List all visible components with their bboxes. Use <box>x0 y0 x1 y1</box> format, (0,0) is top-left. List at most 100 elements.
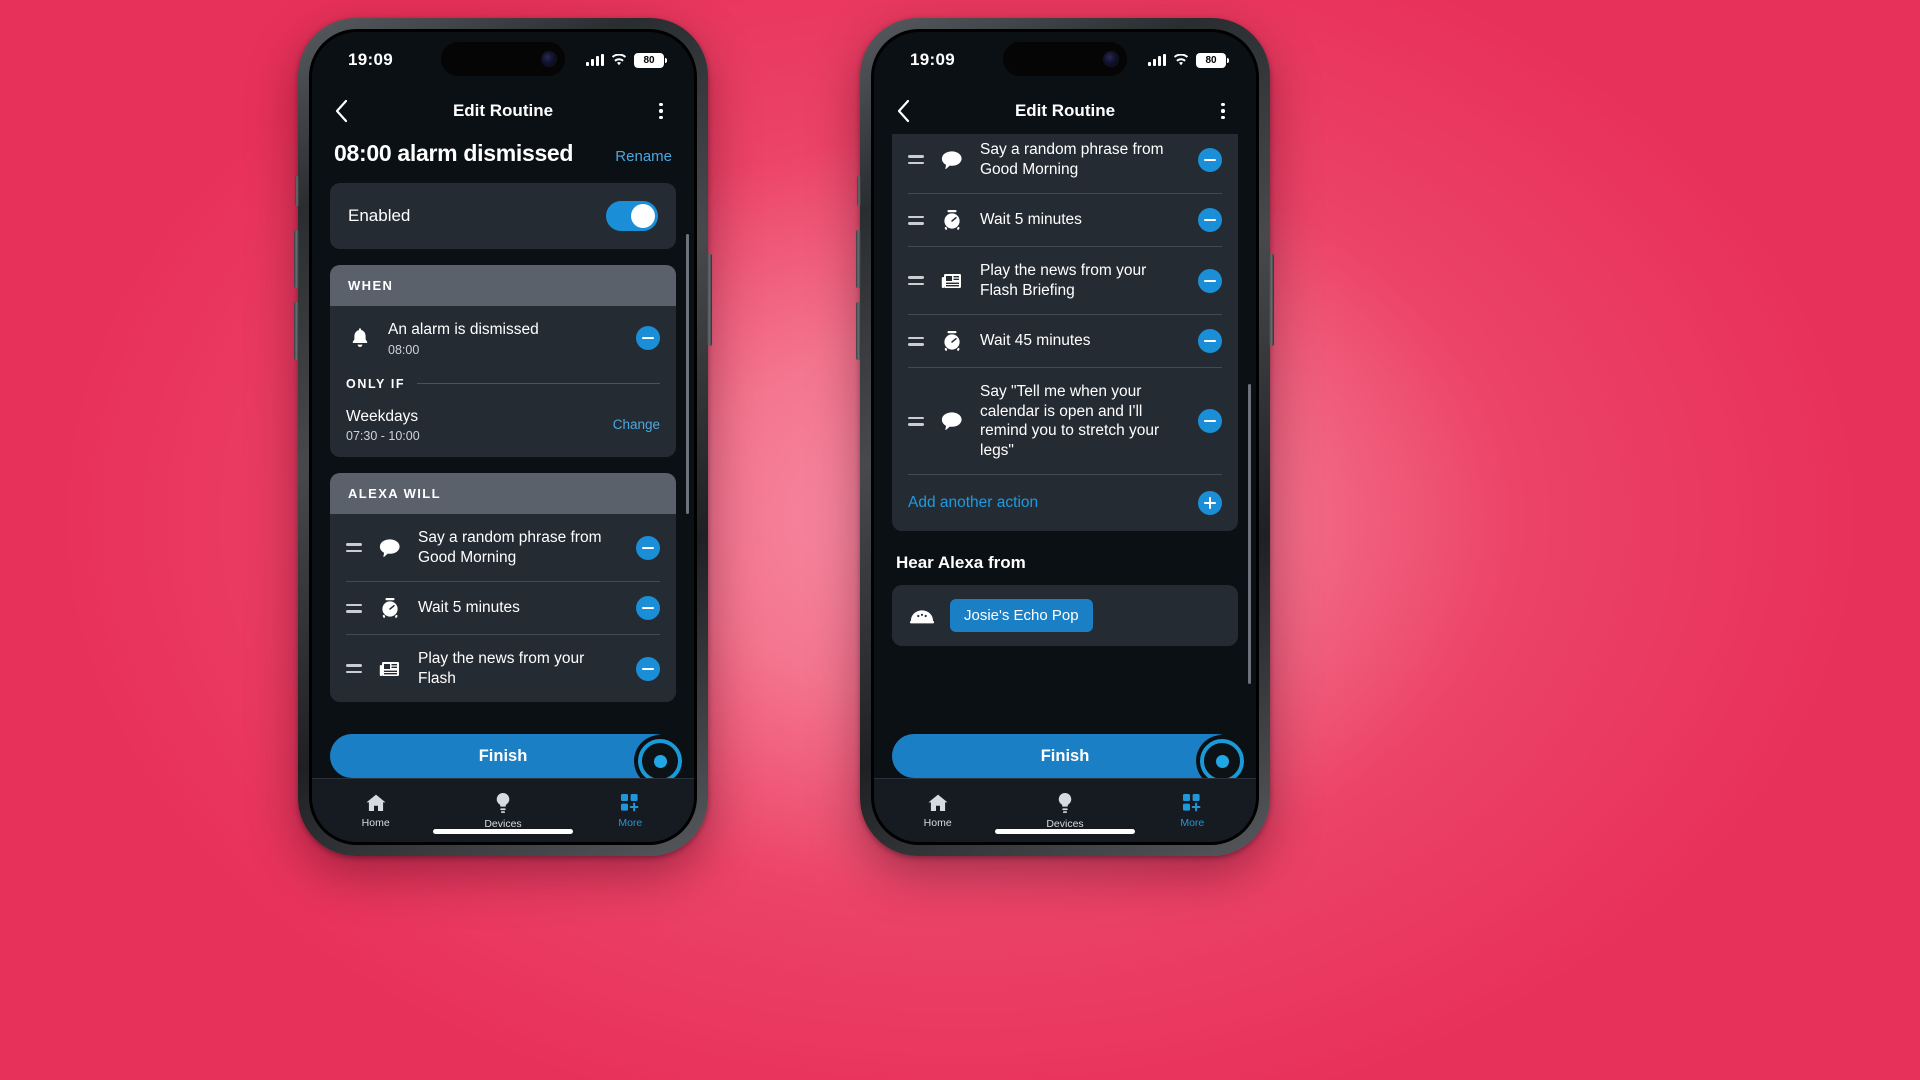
screen-left: 19:09 80 Edit Routine 08:00 alarm dismis… <box>312 32 694 842</box>
condition-row[interactable]: Weekdays 07:30 - 10:00 Change <box>330 393 676 458</box>
tab-devices[interactable]: Devices <box>439 792 566 830</box>
alarm-clock-icon <box>376 597 404 619</box>
drag-handle-icon[interactable] <box>908 336 924 346</box>
condition-subtitle: 07:30 - 10:00 <box>346 429 420 444</box>
action-row[interactable]: Say a random phrase from Good Morning <box>892 134 1238 193</box>
tab-home[interactable]: Home <box>874 793 1001 829</box>
remove-action-button[interactable] <box>636 656 660 681</box>
drag-handle-icon[interactable] <box>346 543 362 553</box>
action-row[interactable]: Say a random phrase from Good Morning <box>330 514 676 581</box>
volume-up-button[interactable] <box>856 230 861 288</box>
tab-home[interactable]: Home <box>312 793 439 829</box>
enabled-toggle[interactable] <box>606 201 658 231</box>
page-body-right: Say a random phrase from Good Morning Wa… <box>874 134 1256 842</box>
power-button[interactable] <box>707 254 712 346</box>
overflow-menu-icon[interactable] <box>650 102 672 120</box>
tab-devices-label: Devices <box>484 817 522 830</box>
volume-up-button[interactable] <box>294 230 299 288</box>
tab-more[interactable]: More <box>1129 793 1256 829</box>
overflow-menu-icon[interactable] <box>1212 102 1234 120</box>
trigger-row[interactable]: An alarm is dismissed 08:00 <box>330 306 676 371</box>
volume-down-button[interactable] <box>294 302 299 360</box>
remove-trigger-button[interactable] <box>636 326 660 351</box>
finish-button[interactable]: Finish <box>330 734 676 778</box>
mute-switch[interactable] <box>295 176 299 206</box>
bulb-icon <box>1058 792 1072 813</box>
tab-home-label: Home <box>361 816 390 829</box>
drag-handle-icon[interactable] <box>908 276 924 286</box>
tab-more[interactable]: More <box>567 793 694 829</box>
back-chevron-icon[interactable] <box>896 99 922 123</box>
action-title: Say a random phrase from Good Morning <box>418 529 602 566</box>
echo-pop-icon <box>908 607 936 625</box>
rename-link[interactable]: Rename <box>615 148 672 165</box>
alexa-dot-icon <box>653 754 667 768</box>
drag-handle-icon[interactable] <box>346 603 362 613</box>
tab-more-label: More <box>618 816 643 829</box>
scroll-area-left[interactable]: 08:00 alarm dismissed Rename Enabled WHE… <box>312 134 694 724</box>
drag-handle-icon[interactable] <box>908 215 924 225</box>
enabled-row[interactable]: Enabled <box>330 183 676 249</box>
home-icon <box>928 794 948 811</box>
remove-action-button[interactable] <box>1198 147 1222 172</box>
drag-handle-icon[interactable] <box>908 155 924 165</box>
front-camera-icon <box>542 52 556 66</box>
remove-action-button[interactable] <box>1198 409 1222 434</box>
action-row[interactable]: Wait 5 minutes <box>330 582 676 634</box>
finish-bar-left: Finish <box>312 734 694 787</box>
status-icons: 80 <box>1148 52 1229 68</box>
tab-devices-label: Devices <box>1046 817 1084 830</box>
tab-devices[interactable]: Devices <box>1001 792 1128 830</box>
action-row[interactable]: Play the news from your Flash <box>330 635 676 702</box>
add-another-action-row[interactable]: Add another action <box>892 475 1238 531</box>
home-indicator[interactable] <box>995 829 1135 834</box>
back-chevron-icon[interactable] <box>334 99 360 123</box>
drag-handle-icon[interactable] <box>346 664 362 674</box>
action-title: Wait 45 minutes <box>980 332 1091 350</box>
home-icon <box>366 794 386 811</box>
action-text: Play the news from your Flash <box>418 649 622 688</box>
hear-alexa-from-card[interactable]: Josie's Echo Pop <box>892 585 1238 647</box>
divider-line <box>417 383 660 385</box>
drag-handle-icon[interactable] <box>908 416 924 426</box>
add-action-button[interactable] <box>1198 491 1222 516</box>
scroll-area-right[interactable]: Say a random phrase from Good Morning Wa… <box>874 134 1256 724</box>
action-row[interactable]: Play the news from your Flash Briefing <box>892 247 1238 314</box>
power-button[interactable] <box>1269 254 1274 346</box>
action-title: Wait 5 minutes <box>418 599 520 617</box>
action-row[interactable]: Wait 45 minutes <box>892 315 1238 367</box>
more-grid-icon <box>621 793 639 811</box>
status-icons: 80 <box>586 52 667 68</box>
remove-action-button[interactable] <box>636 596 660 621</box>
trigger-title: An alarm is dismissed <box>388 321 539 338</box>
action-row[interactable]: Say "Tell me when your calendar is open … <box>892 368 1238 474</box>
alexa-will-header: ALEXA WILL <box>330 473 676 515</box>
status-bar: 19:09 80 <box>874 32 1256 88</box>
hear-alexa-from-header: Hear Alexa from <box>896 553 1026 573</box>
finish-button[interactable]: Finish <box>892 734 1238 778</box>
home-indicator[interactable] <box>433 829 573 834</box>
remove-action-button[interactable] <box>1198 268 1222 293</box>
wifi-icon <box>611 54 627 66</box>
remove-action-button[interactable] <box>636 535 660 560</box>
scrollbar-right[interactable] <box>1248 384 1251 684</box>
speech-bubble-icon <box>938 411 966 431</box>
phone-bezel: 19:09 80 Edit Routine <box>871 29 1259 845</box>
bell-icon <box>346 327 374 349</box>
remove-action-button[interactable] <box>1198 208 1222 233</box>
scrollbar-left[interactable] <box>686 234 689 514</box>
device-chip[interactable]: Josie's Echo Pop <box>950 599 1093 633</box>
remove-action-button[interactable] <box>1198 329 1222 354</box>
battery-icon: 80 <box>1196 52 1229 68</box>
action-title: Play the news from your Flash Briefing <box>980 262 1147 299</box>
alexa-will-card: ALEXA WILL Say a random phrase from Good… <box>330 473 676 703</box>
action-row[interactable]: Wait 5 minutes <box>892 194 1238 246</box>
more-grid-icon <box>1183 793 1201 811</box>
routine-name: 08:00 alarm dismissed <box>334 140 574 166</box>
action-title: Wait 5 minutes <box>980 211 1082 229</box>
action-text: Say a random phrase from Good Morning <box>980 140 1184 179</box>
volume-down-button[interactable] <box>856 302 861 360</box>
mute-switch[interactable] <box>857 176 861 206</box>
phone-right: 19:09 80 Edit Routine Say a random phras… <box>856 18 1274 856</box>
change-condition-link[interactable]: Change <box>613 417 660 432</box>
